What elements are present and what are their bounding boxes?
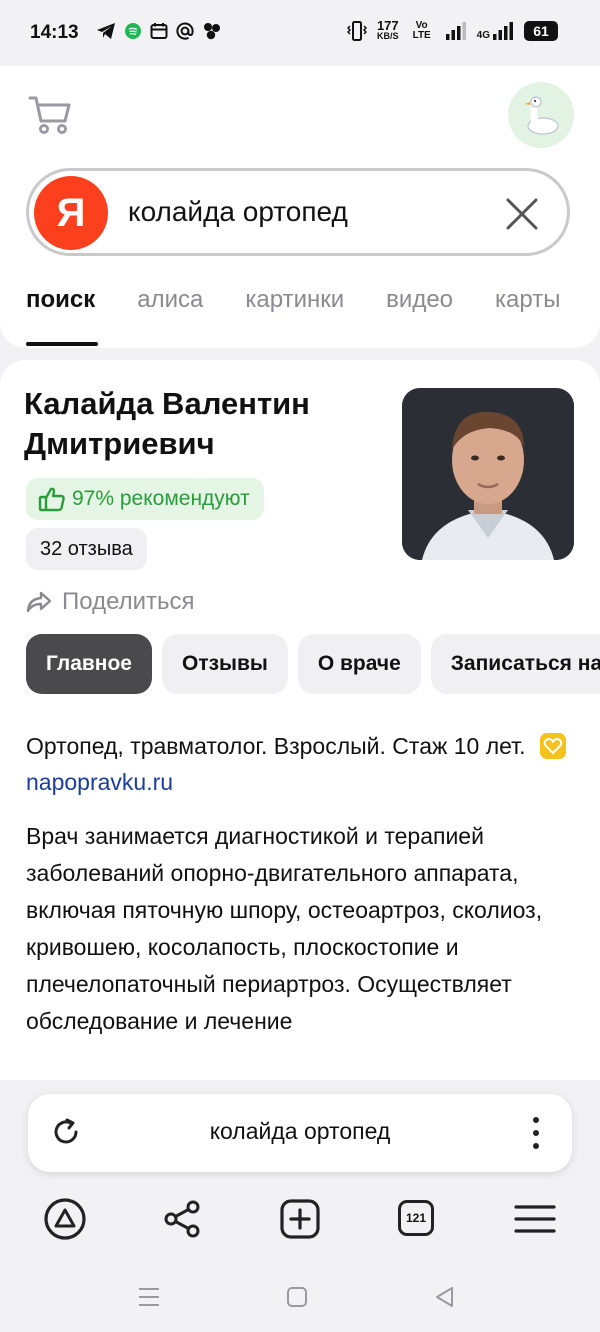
vibrate-icon [346,21,367,41]
section-tabs: Главное Отзывы О враче Записаться на [26,634,600,694]
share-label: Поделиться [62,588,195,615]
tab-maps[interactable]: карты [495,286,560,314]
tab-images[interactable]: картинки [245,286,344,314]
section-tab-main[interactable]: Главное [26,634,152,694]
doctor-portrait-image [402,388,574,560]
yandex-logo[interactable]: Я [34,176,108,250]
address-bar-text[interactable]: колайда ортопед [28,1118,572,1145]
specialty-text: Ортопед, травматолог. Взрослый. Стаж 10 … [26,733,526,759]
signal-strength-4g-icon [493,22,513,40]
section-tab-appointment[interactable]: Записаться на [430,634,600,694]
clear-search-icon[interactable] [504,196,540,232]
goose-avatar-icon [525,96,559,135]
doctor-description: Врач занимается диагностикой и терапией … [26,823,543,1034]
active-tab-indicator [26,342,98,346]
home-icon[interactable] [284,1284,310,1310]
share-nodes-icon[interactable] [160,1196,206,1242]
specialty-info: Ортопед, травматолог. Взрослый. Стаж 10 … [26,728,574,800]
calendar-icon [150,23,168,39]
section-tab-about[interactable]: О враче [297,634,421,694]
network-type: 4G [476,30,490,41]
tab-video[interactable]: видео [386,286,453,314]
section-tab-reviews[interactable]: Отзывы [161,634,288,694]
hamburger-menu-icon[interactable] [512,1196,558,1242]
volte-indicator: Vo LTE [412,20,431,41]
share-arrow-icon [26,591,52,613]
status-system-icons: 177 KB/S Vo LTE 4G 61 [346,18,558,42]
search-input[interactable]: колайда ортопед [128,196,348,228]
user-avatar[interactable] [508,82,574,148]
tab-search[interactable]: поиск [26,286,95,314]
battery-indicator: 61 [524,21,558,41]
telegram-icon [97,23,115,39]
network-4g-signal: 4G [477,21,514,41]
new-tab-icon[interactable] [277,1196,323,1242]
status-time: 14:13 [30,22,79,43]
status-notification-icons [96,22,222,40]
alice-icon[interactable] [42,1196,88,1242]
thumbs-up-icon [38,487,65,512]
at-sign-icon [176,22,194,40]
tab-alice[interactable]: алиса [137,286,203,314]
spotify-icon [125,23,141,39]
recommend-badge[interactable]: 97% рекомендуют [26,478,264,520]
tabs-counter-button[interactable]: 121 [398,1200,434,1236]
signal-strength-icon [445,22,466,40]
recent-apps-icon[interactable] [136,1284,162,1310]
back-icon[interactable] [432,1284,458,1310]
share-button[interactable]: Поделиться [26,588,195,616]
more-menu-icon[interactable] [528,1114,544,1152]
network-speed: 177 KB/S [376,18,399,41]
app-cluster-icon [204,23,220,40]
napopravku-logo-icon [539,733,566,759]
shopping-cart-icon[interactable] [28,94,74,136]
search-vertical-tabs: поиск алиса картинки видео карты [26,286,560,314]
doctor-name[interactable]: Калайда Валентин Дмитриевич [24,384,384,464]
reviews-count-badge[interactable]: 32 отзыва [26,528,147,570]
recommend-text: 97% рекомендуют [72,487,250,510]
doctor-photo[interactable] [402,388,574,560]
source-link[interactable]: napopravku.ru [26,769,173,795]
